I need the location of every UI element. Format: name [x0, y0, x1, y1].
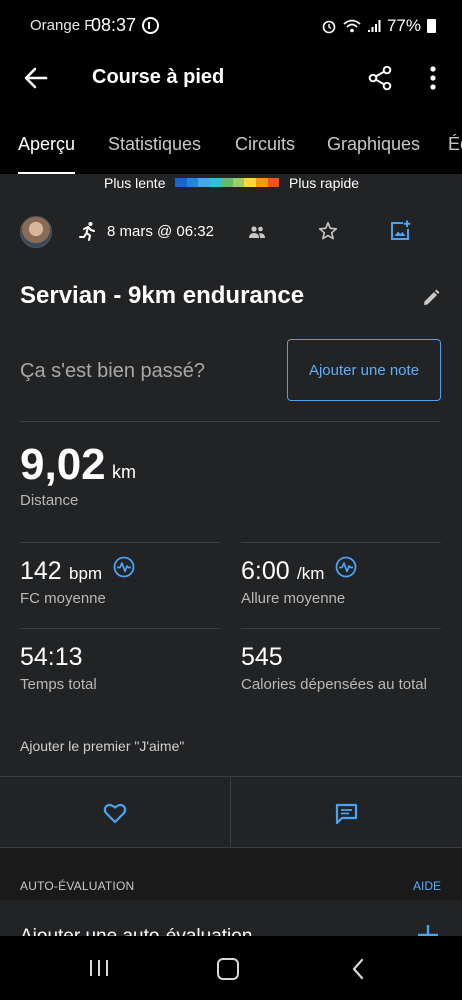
distance-value: 9,02	[20, 440, 106, 489]
battery-level: 77%	[386, 16, 421, 35]
pace-legend: Plus lente Plus rapide	[0, 174, 462, 196]
pace-color-swatch	[209, 178, 222, 187]
tab-apercu[interactable]: Aperçu	[18, 134, 75, 155]
page-title: Course à pied	[92, 66, 225, 88]
edit-pencil-icon[interactable]	[421, 288, 441, 308]
pace-color-scale	[175, 178, 280, 187]
activity-title: Servian - 9km endurance	[20, 282, 305, 309]
self-eval-section-label: AUTO-ÉVALUATION	[20, 879, 135, 893]
divider	[20, 542, 220, 543]
calories-value: 545	[241, 643, 283, 671]
feedback-question: Ça s'est bien passé?	[20, 360, 206, 382]
social-action-bar	[0, 776, 462, 849]
running-icon	[79, 222, 95, 241]
pace-unit: /km	[297, 564, 325, 583]
pace-color-swatch	[221, 178, 233, 187]
hr-label: FC moyenne	[20, 590, 106, 607]
tab-circuits[interactable]: Circuits	[235, 134, 295, 155]
pace-color-swatch	[198, 178, 210, 187]
likes-prompt[interactable]: Ajouter le premier "J'aime"	[20, 738, 184, 754]
activity-date: 8 mars @ 06:32	[107, 223, 214, 240]
add-photo-icon[interactable]	[390, 220, 411, 241]
overview-content: Plus lente Plus rapide 8 mars @ 06:32 Se…	[0, 174, 462, 936]
add-self-eval-label[interactable]: Ajouter une auto-évaluation	[20, 926, 252, 936]
carrier-name: Orange F	[30, 17, 94, 34]
hr-value: 142	[20, 557, 62, 585]
people-icon[interactable]	[248, 224, 266, 240]
pace-legend-slow: Plus lente	[104, 175, 166, 191]
app-bar: Course à pied	[0, 52, 462, 104]
distance-label: Distance	[20, 492, 79, 509]
heart-rate-zone-icon[interactable]	[113, 556, 135, 578]
calories-label: Calories dépensées au total	[241, 676, 427, 693]
signal-icon	[367, 20, 381, 32]
distance-unit: km	[112, 462, 136, 482]
recent-apps-icon[interactable]	[88, 959, 110, 977]
hr-unit: bpm	[69, 564, 103, 583]
alarm-icon	[322, 20, 336, 34]
activity-meta-row: 8 mars @ 06:32	[0, 216, 462, 250]
total-time-label: Temps total	[20, 676, 97, 693]
divider	[20, 628, 220, 629]
back-arrow-icon[interactable]	[22, 64, 50, 92]
pace-legend-fast: Plus rapide	[289, 175, 360, 191]
divider	[241, 542, 441, 543]
home-icon[interactable]	[217, 958, 239, 980]
divider	[230, 777, 231, 849]
pace-color-swatch	[267, 178, 280, 187]
pace-color-swatch	[232, 178, 245, 187]
plus-icon[interactable]	[417, 924, 439, 936]
like-heart-icon[interactable]	[103, 802, 127, 824]
divider	[20, 421, 441, 422]
notification-icon	[142, 17, 159, 34]
nav-back-icon[interactable]	[350, 958, 366, 980]
status-bar: Orange F 08:37 77%	[0, 0, 462, 52]
pace-color-swatch	[175, 178, 187, 187]
pace-color-swatch	[244, 178, 256, 187]
status-time: 08:37	[91, 15, 137, 35]
tab-statistiques[interactable]: Statistiques	[108, 134, 201, 155]
pace-label: Allure moyenne	[241, 590, 346, 607]
comment-icon[interactable]	[335, 803, 358, 825]
tab-bar: Aperçu Statistiques Circuits Graphiques …	[0, 104, 462, 176]
pace-color-swatch	[186, 178, 199, 187]
wifi-icon	[343, 19, 361, 33]
star-icon[interactable]	[318, 221, 338, 241]
tab-equipement[interactable]: Éq	[448, 134, 462, 155]
add-note-button[interactable]: Ajouter une note	[287, 339, 441, 401]
share-icon[interactable]	[366, 64, 394, 92]
pace-zone-icon[interactable]	[335, 556, 357, 578]
more-vert-icon[interactable]	[422, 64, 444, 92]
pace-color-swatch	[255, 178, 268, 187]
divider	[241, 628, 441, 629]
battery-icon	[427, 19, 436, 33]
status-indicators: 77%	[321, 16, 436, 36]
pace-value: 6:00	[241, 557, 290, 585]
help-link[interactable]: AIDE	[413, 879, 441, 893]
system-nav-bar	[0, 936, 462, 1000]
total-time-value: 54:13	[20, 643, 83, 671]
tab-graphiques[interactable]: Graphiques	[327, 134, 420, 155]
avatar[interactable]	[20, 216, 52, 248]
